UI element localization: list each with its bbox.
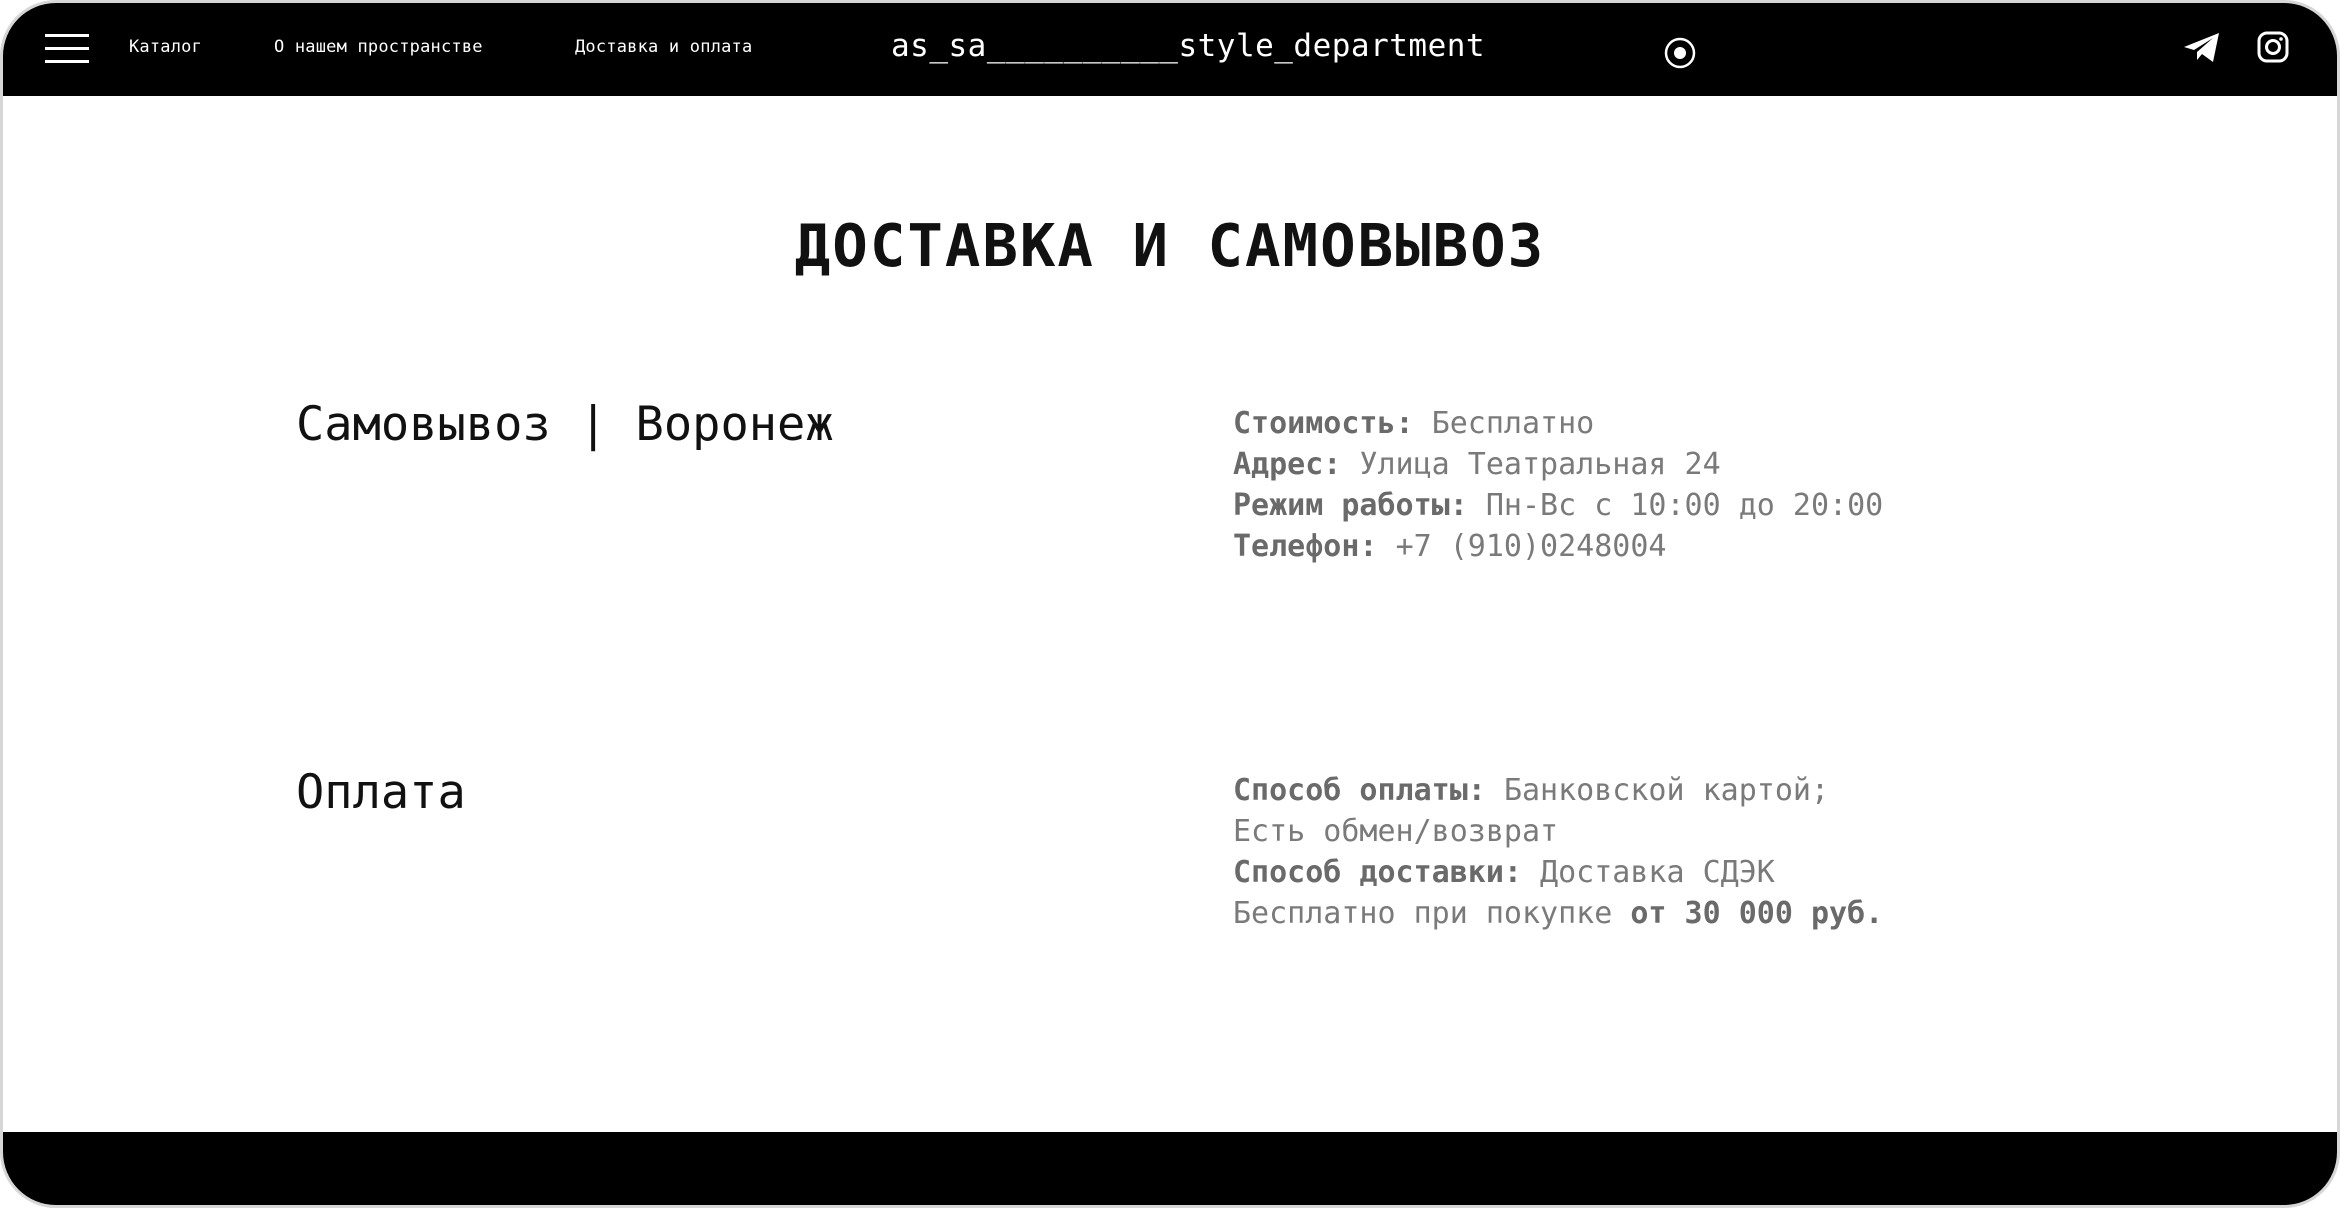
brand-logo-text[interactable]: as_sa__________style_department xyxy=(891,28,1485,64)
nav-link-catalog[interactable]: Каталог xyxy=(129,37,202,57)
footer-bar xyxy=(3,1132,2337,1205)
pickup-phone-label: Телефон: xyxy=(1233,529,1378,564)
pickup-address-value: Улица Театральная 24 xyxy=(1359,447,1721,482)
pickup-hours-label: Режим работы: xyxy=(1233,488,1468,523)
telegram-icon[interactable] xyxy=(2183,32,2221,64)
payment-delivery-value: Доставка СДЭК xyxy=(1540,855,1775,890)
payment-free-text: Бесплатно при покупке xyxy=(1233,896,1613,931)
pickup-phone-line: Телефон: +7 (910)0248004 xyxy=(1233,526,1883,567)
pickup-cost-line: Стоимость: Бесплатно xyxy=(1233,403,1883,444)
pickup-heading: Самовывоз | Воронеж xyxy=(296,397,834,452)
browser-frame: Каталог О нашем пространстве Доставка и … xyxy=(0,0,2340,1208)
payment-delivery-line: Способ доставки: Доставка СДЭК xyxy=(1233,852,1883,893)
pickup-hours-value: Пн-Вс с 10:00 до 20:00 xyxy=(1485,488,1884,523)
payment-delivery-label: Способ доставки: xyxy=(1233,855,1522,890)
payment-info: Способ оплаты: Банковской картой; Есть о… xyxy=(1233,770,1883,934)
pickup-hours-line: Режим работы: Пн-Вс с 10:00 до 20:00 xyxy=(1233,485,1883,526)
radio-button-icon[interactable] xyxy=(1663,36,1697,70)
pickup-cost-value: Бесплатно xyxy=(1431,406,1595,441)
payment-free-line: Бесплатно при покупке от 30 000 руб. xyxy=(1233,893,1883,934)
payment-free-threshold: от 30 000 руб. xyxy=(1630,896,1884,931)
nav-link-about-space[interactable]: О нашем пространстве xyxy=(274,37,483,57)
pickup-phone-value[interactable]: +7 (910)0248004 xyxy=(1396,529,1667,564)
top-navigation-bar: Каталог О нашем пространстве Доставка и … xyxy=(3,3,2337,96)
hamburger-menu-icon[interactable] xyxy=(45,34,89,64)
instagram-icon[interactable] xyxy=(2257,31,2289,63)
payment-method-value: Банковской картой; xyxy=(1503,773,1830,808)
payment-heading: Оплата xyxy=(296,765,466,820)
pickup-address-line: Адрес: Улица Театральная 24 xyxy=(1233,444,1883,485)
page-title: ДОСТАВКА И САМОВЫВОЗ xyxy=(794,211,1546,280)
payment-exchange-line: Есть обмен/возврат xyxy=(1233,814,1559,849)
pickup-cost-label: Стоимость: xyxy=(1233,406,1414,441)
pickup-info: Стоимость: Бесплатно Адрес: Улица Театра… xyxy=(1233,403,1883,567)
nav-link-delivery-payment[interactable]: Доставка и оплата xyxy=(575,37,752,57)
payment-method-line: Способ оплаты: Банковской картой; xyxy=(1233,770,1883,811)
payment-method-label: Способ оплаты: xyxy=(1233,773,1486,808)
pickup-address-label: Адрес: xyxy=(1233,447,1342,482)
